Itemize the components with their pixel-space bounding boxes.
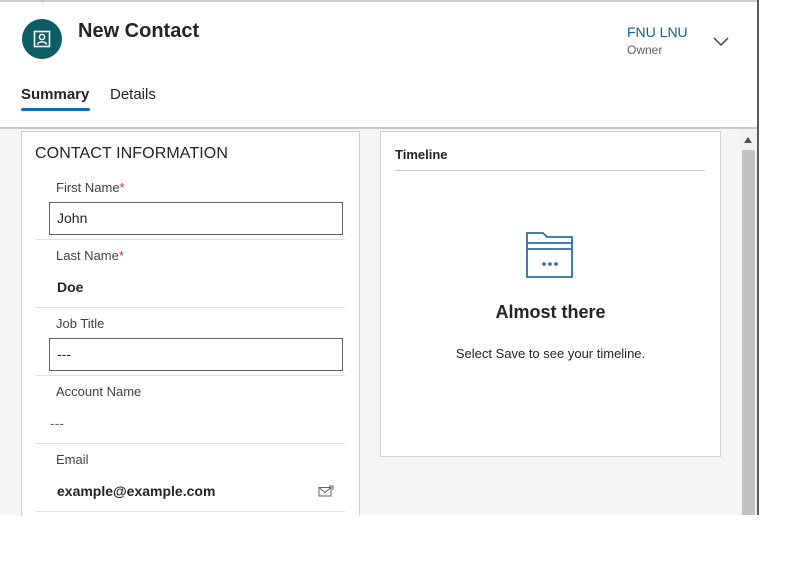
top-tick: [42, 0, 43, 3]
timeline-title: Timeline: [395, 147, 448, 162]
owner-name-link[interactable]: FNU LNU: [627, 24, 688, 40]
owner-label: Owner: [627, 43, 663, 57]
row-divider: [35, 307, 345, 308]
page-title: New Contact: [78, 20, 200, 42]
scroll-up-arrow-icon[interactable]: [744, 137, 752, 143]
last-name-label: Last Name*: [56, 248, 124, 263]
job-title-label: Job Title: [56, 316, 105, 331]
tab-details[interactable]: Details: [110, 86, 156, 103]
first-name-label: First Name*: [56, 180, 125, 195]
timeline-card: [380, 131, 721, 457]
tab-summary[interactable]: Summary: [21, 86, 89, 103]
email-label: Email: [56, 452, 89, 467]
section-title: CONTACT INFORMATION: [35, 145, 229, 162]
avatar: [22, 19, 62, 59]
row-divider: [35, 375, 345, 376]
email-value[interactable]: example@example.com: [57, 483, 215, 499]
contact-card-icon: [33, 30, 51, 48]
timeline-empty-heading: Almost there: [495, 302, 606, 322]
last-name-value[interactable]: Doe: [57, 279, 83, 295]
required-asterisk: *: [118, 248, 124, 263]
folder-icon: [525, 230, 575, 280]
timeline-divider: [395, 170, 705, 171]
timeline-empty-message: Select Save to see your timeline.: [455, 346, 646, 361]
first-name-field[interactable]: John: [49, 202, 343, 235]
account-name-label: Account Name: [56, 384, 142, 399]
chevron-down-icon[interactable]: [711, 34, 731, 48]
account-name-field[interactable]: ---: [50, 415, 64, 431]
active-tab-indicator: [21, 108, 90, 111]
row-divider: [35, 239, 345, 240]
job-title-field[interactable]: ---: [49, 338, 343, 371]
scrollbar-thumb[interactable]: [742, 150, 755, 515]
top-border: [0, 0, 757, 2]
row-divider: [35, 511, 345, 512]
row-divider: [35, 443, 345, 444]
send-email-icon[interactable]: [318, 485, 334, 498]
required-asterisk: *: [119, 180, 125, 195]
